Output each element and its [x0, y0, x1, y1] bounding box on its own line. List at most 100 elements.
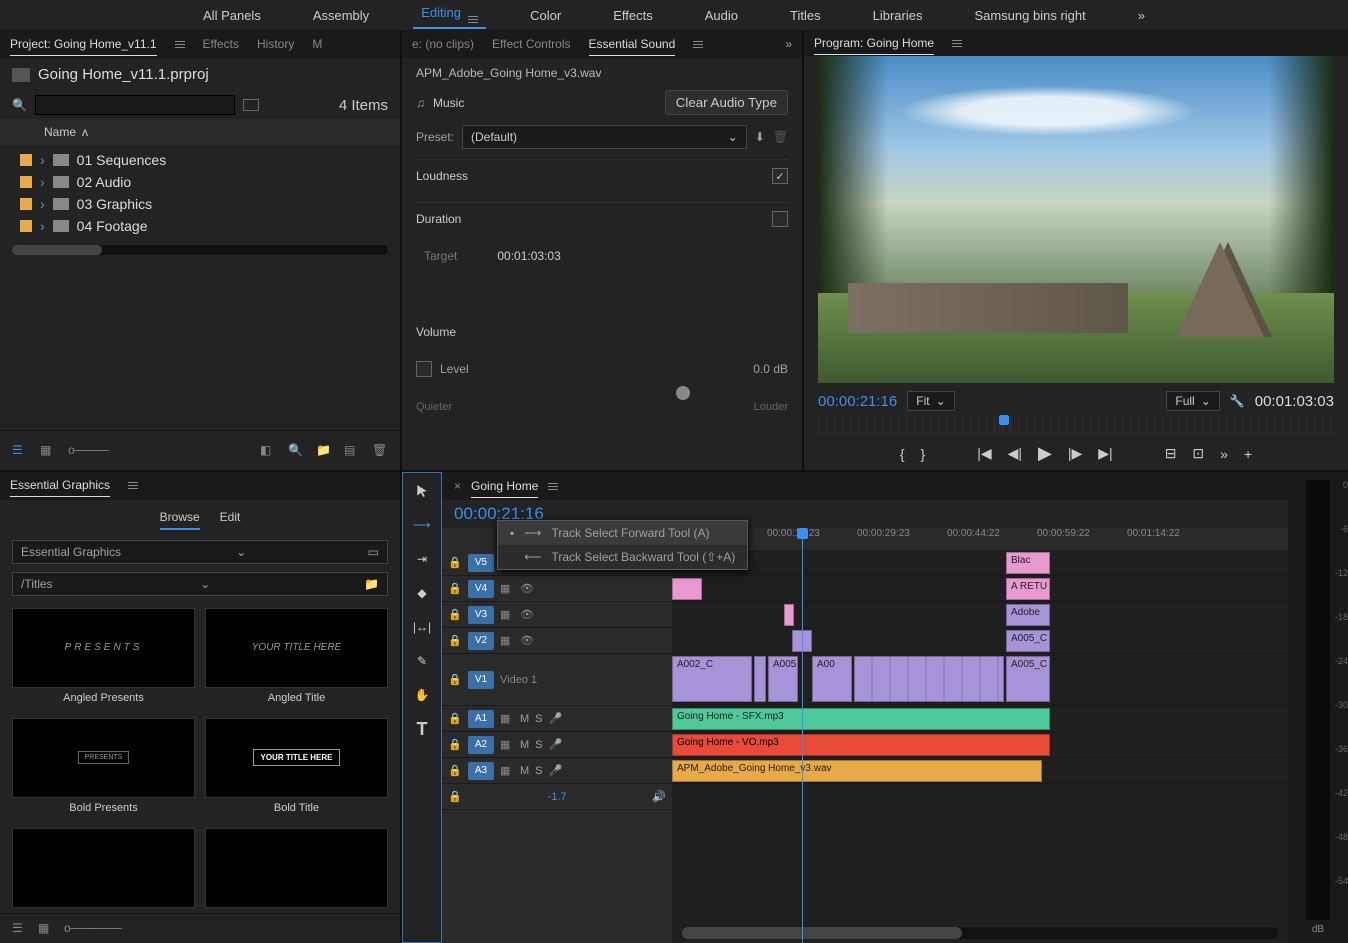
workspace-tab[interactable]: Libraries [865, 4, 931, 27]
bin-row[interactable]: ›01 Sequences [0, 149, 400, 171]
lock-icon[interactable]: 🔒 [448, 790, 462, 804]
clip[interactable]: A RETU [1006, 578, 1050, 600]
chevron-right-icon[interactable]: › [40, 218, 45, 234]
column-header[interactable]: Name ʌ [0, 119, 400, 145]
menu-icon[interactable] [952, 40, 962, 47]
video-track-header[interactable]: 🔒V3▦👁 [442, 602, 672, 628]
step-forward-icon[interactable]: |▶ [1068, 445, 1082, 462]
chevron-right-icon[interactable]: › [40, 174, 45, 190]
loudness-checkbox[interactable] [772, 168, 788, 184]
lock-icon[interactable]: 🔒 [448, 556, 462, 570]
program-tab[interactable]: Program: Going Home [814, 32, 934, 55]
workspace-tab[interactable]: Effects [605, 4, 661, 27]
clip[interactable] [784, 604, 794, 626]
library-icon[interactable]: ▭ [368, 545, 379, 559]
eye-icon[interactable]: 👁 [520, 634, 534, 648]
new-item-icon[interactable]: ▤ [344, 443, 360, 459]
overflow-icon[interactable]: » [1130, 4, 1153, 27]
trash-icon[interactable]: 🗑 [372, 443, 388, 459]
video-track-header[interactable]: 🔒V2▦👁 [442, 628, 672, 654]
mic-icon[interactable]: 🎤 [549, 738, 563, 752]
pen-tool-icon[interactable]: ✎ [412, 651, 432, 671]
track-select-backward-option[interactable]: ▪⟵Track Select Backward Tool (⇧+A) [498, 545, 747, 569]
list-view-icon[interactable]: ☰ [12, 921, 28, 937]
template-card[interactable] [12, 828, 195, 908]
clip[interactable]: A005 [768, 656, 798, 702]
template-card[interactable] [205, 828, 388, 908]
clip[interactable] [754, 656, 766, 702]
track-select-forward-option[interactable]: ▪⟶Track Select Forward Tool (A) [498, 521, 747, 545]
find-icon[interactable]: 🔍 [288, 443, 304, 459]
lock-icon[interactable]: 🔒 [448, 712, 462, 726]
delete-preset-icon[interactable]: 🗑 [773, 130, 788, 144]
lock-icon[interactable]: 🔒 [448, 738, 462, 752]
workspace-tab[interactable]: All Panels [195, 4, 269, 27]
lock-icon[interactable]: 🔒 [448, 582, 462, 596]
clear-audio-type-button[interactable]: Clear Audio Type [665, 90, 788, 115]
history-tab[interactable]: History [257, 33, 294, 55]
close-tab-icon[interactable]: × [454, 479, 461, 493]
icon-view-icon[interactable]: ▦ [40, 443, 56, 459]
zoom-slider[interactable]: o────── [64, 921, 80, 937]
solo-button[interactable]: S [535, 739, 542, 751]
clip[interactable] [672, 578, 702, 600]
program-viewer[interactable] [818, 56, 1334, 383]
video-track-v1[interactable]: A002_C A005 A00 A005_C [672, 654, 1288, 706]
workspace-tab-active[interactable]: Editing [413, 1, 486, 29]
level-value[interactable]: 0.0 dB [753, 362, 788, 376]
browse-tab[interactable]: Browse [160, 506, 200, 530]
master-track-header[interactable]: 🔒 -1.7 🔊 [442, 784, 672, 810]
level-checkbox[interactable] [416, 361, 432, 377]
lock-icon[interactable]: 🔒 [448, 634, 462, 648]
zoom-slider[interactable]: o──── [68, 443, 84, 459]
go-to-out-icon[interactable]: ▶| [1098, 445, 1112, 462]
menu-icon[interactable] [128, 482, 138, 489]
video-track-header[interactable]: 🔒V4▦👁 [442, 576, 672, 602]
selection-tool-icon[interactable] [412, 481, 432, 501]
folder-icon[interactable]: 📁 [364, 577, 379, 591]
sync-lock-icon[interactable]: ▦ [500, 582, 514, 596]
video-track-v4[interactable]: A RETU [672, 576, 1288, 602]
project-tab[interactable]: Project: Going Home_v11.1 [10, 33, 157, 56]
mute-button[interactable]: M [520, 739, 529, 751]
solo-button[interactable]: S [535, 765, 542, 777]
template-card[interactable]: YOUR TITLE HERE [205, 718, 388, 798]
mute-button[interactable]: M [520, 713, 529, 725]
go-to-in-icon[interactable]: |◀ [977, 445, 991, 462]
track-select-tool-icon[interactable]: ⟶ [412, 515, 432, 535]
duration-checkbox[interactable] [772, 211, 788, 227]
eye-icon[interactable]: 👁 [520, 608, 534, 622]
timeline-scrollbar[interactable] [682, 927, 1278, 939]
zoom-value[interactable]: -1.7 [548, 791, 567, 803]
current-timecode[interactable]: 00:00:21:16 [818, 393, 897, 410]
speaker-icon[interactable]: 🔊 [652, 790, 666, 803]
list-view-icon[interactable]: ☰ [12, 443, 28, 459]
clip[interactable]: A00 [812, 656, 852, 702]
solo-button[interactable]: S [535, 713, 542, 725]
workspace-tab[interactable]: Audio [697, 4, 746, 27]
clip[interactable]: A002_C [672, 656, 752, 702]
lock-icon[interactable]: 🔒 [448, 608, 462, 622]
bin-row[interactable]: ›04 Footage [0, 215, 400, 237]
mute-button[interactable]: M [520, 765, 529, 777]
program-ruler[interactable] [818, 417, 1334, 435]
razor-tool-icon[interactable]: ◆ [412, 583, 432, 603]
auto-match-icon[interactable]: ◧ [260, 443, 276, 459]
clip[interactable]: A005_C [1006, 630, 1050, 652]
eye-icon[interactable]: 👁 [520, 582, 534, 596]
effects-tab[interactable]: Effects [203, 33, 239, 55]
horizontal-scrollbar[interactable] [12, 245, 388, 255]
type-tool-icon[interactable]: T [412, 719, 432, 739]
hand-tool-icon[interactable]: ✋ [412, 685, 432, 705]
mic-icon[interactable]: 🎤 [549, 764, 563, 778]
audio-track-a2[interactable]: Going Home - VO.mp3 [672, 732, 1288, 758]
menu-icon[interactable] [468, 16, 478, 23]
ripple-edit-tool-icon[interactable]: ⇥ [412, 549, 432, 569]
lock-icon[interactable]: 🔒 [448, 673, 462, 687]
zoom-fit-select[interactable]: Fit⌄ [907, 391, 954, 411]
video-track-v2[interactable]: A005_C [672, 628, 1288, 654]
new-bin-icon[interactable] [243, 99, 259, 111]
edit-tab[interactable]: Edit [220, 506, 241, 530]
overflow-icon[interactable]: » [785, 37, 792, 51]
lift-icon[interactable]: ⊟ [1165, 445, 1177, 462]
